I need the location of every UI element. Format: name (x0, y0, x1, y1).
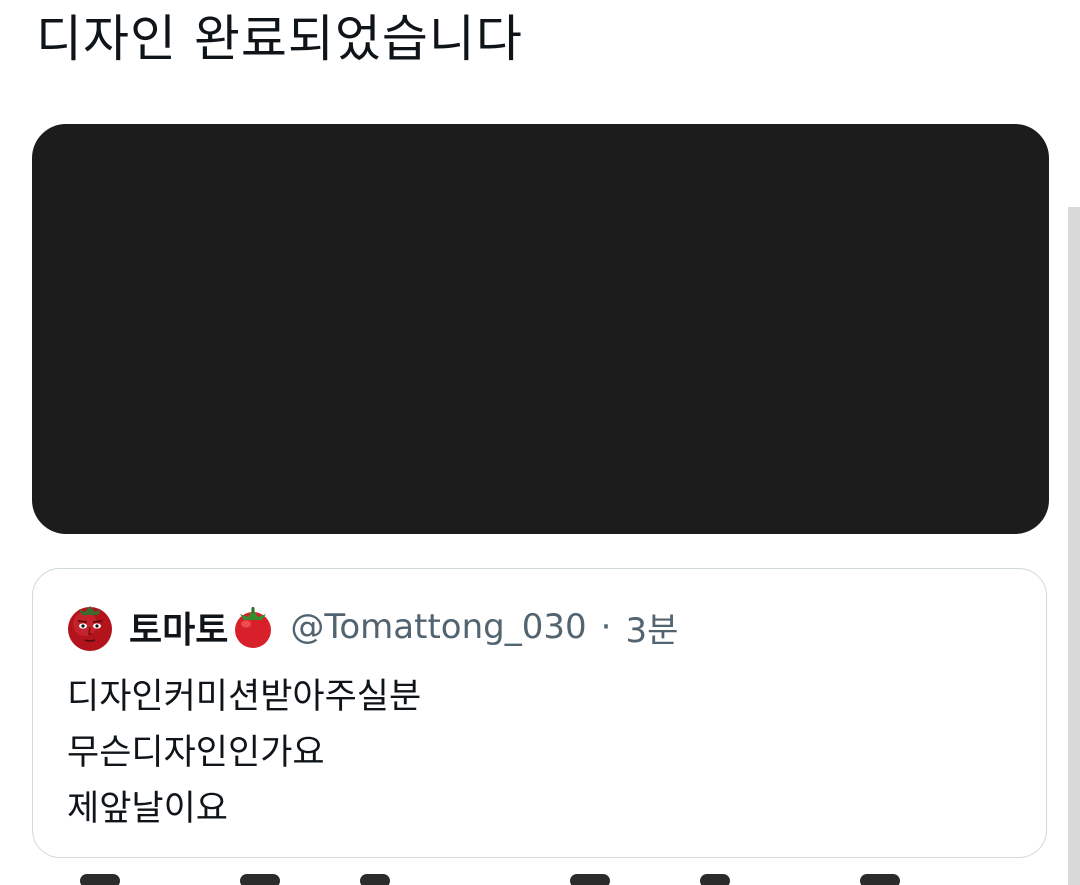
quote-line: 디자인커미션받아주실분 (67, 677, 422, 717)
quoted-tweet-text: 디자인커미션받아주실분 무슨디자인인가요 제앞날이요 (67, 669, 421, 837)
cut-off-glyph (570, 874, 610, 885)
cut-off-glyph (700, 874, 730, 885)
cut-off-glyph (360, 874, 390, 885)
timestamp[interactable]: 3분 (625, 603, 678, 652)
user-handle[interactable]: @Tomattong_030 (290, 607, 586, 647)
quote-line: 무슨디자인인가요 (67, 733, 325, 773)
quoted-tweet[interactable]: 토마토 @Tomattong_030 · 3분 디자인커미션받아주실분 무슨디자… (32, 568, 1047, 858)
quoted-tweet-header: 토마토 @Tomattong_030 · 3분 (65, 599, 678, 655)
tweet-view: 디자인 완료되었습니다 토마토 @Tomattong_030 · 3분 디자인커… (0, 0, 1080, 885)
cut-off-glyph (80, 874, 120, 885)
quote-line: 제앞날이요 (67, 789, 229, 829)
display-name[interactable]: 토마토 (129, 601, 228, 653)
media-image[interactable] (32, 124, 1049, 534)
cut-off-glyph (860, 874, 900, 885)
cut-off-glyph (240, 874, 280, 885)
tomato-emoji-icon (235, 607, 272, 648)
tomato-avatar-icon[interactable] (65, 602, 115, 652)
scrollbar[interactable] (1068, 207, 1080, 885)
separator-dot: · (600, 607, 612, 647)
cut-off-action-bar (0, 872, 1060, 885)
tweet-text: 디자인 완료되었습니다 (36, 10, 523, 68)
